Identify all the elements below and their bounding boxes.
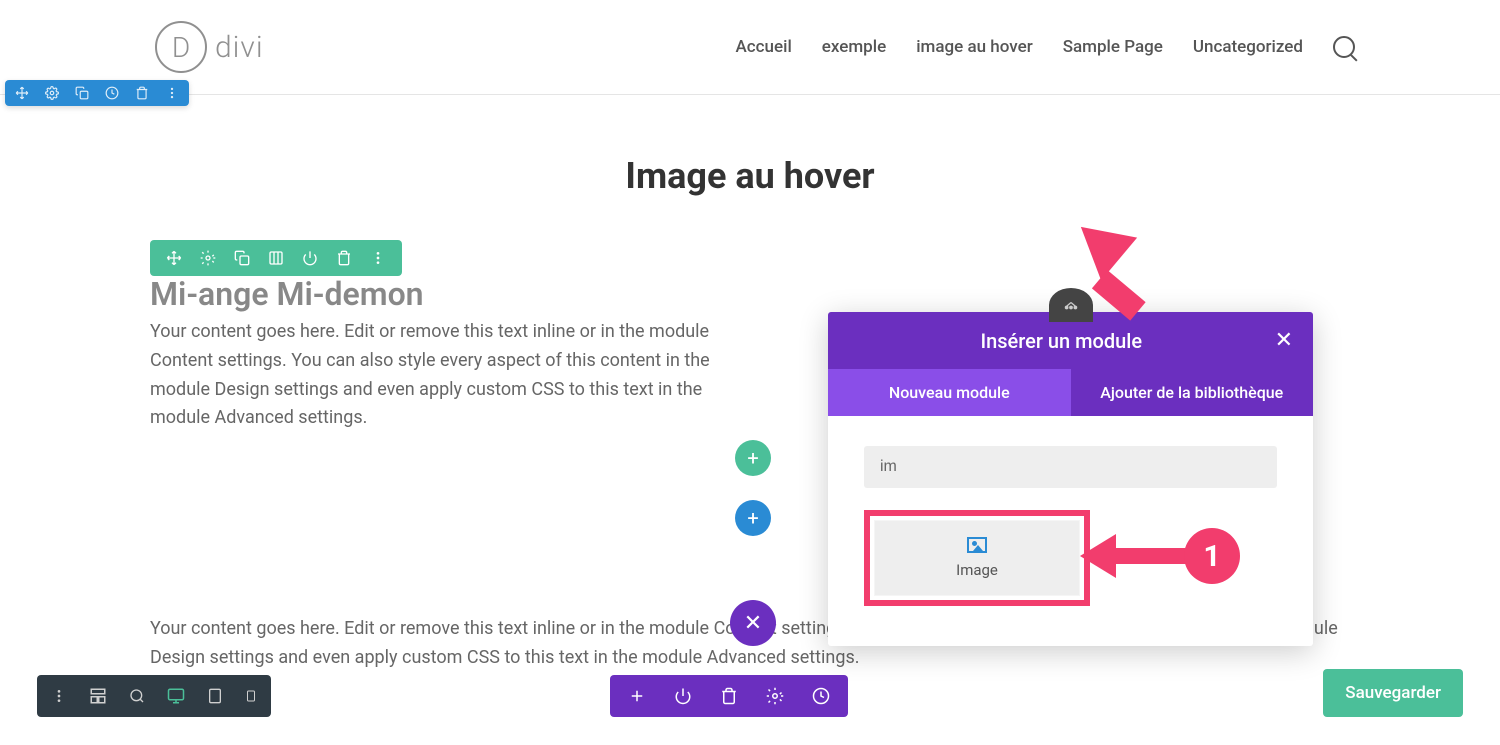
phone-view-icon[interactable] bbox=[245, 687, 257, 705]
tab-library[interactable]: Ajouter de la bibliothèque bbox=[1071, 369, 1314, 416]
trash-icon[interactable] bbox=[135, 86, 149, 100]
view-toolbar-dark bbox=[37, 675, 271, 717]
nav-uncategorized[interactable]: Uncategorized bbox=[1193, 37, 1303, 57]
tablet-view-icon[interactable] bbox=[207, 687, 223, 705]
modal-tabs: Nouveau module Ajouter de la bibliothèqu… bbox=[828, 369, 1313, 416]
gear-icon[interactable] bbox=[766, 687, 784, 705]
builder-toolbar-purple bbox=[610, 675, 848, 717]
nav-sample-page[interactable]: Sample Page bbox=[1063, 37, 1163, 57]
annotation-arrow-step1: 1 bbox=[1080, 528, 1240, 584]
modal-close-icon[interactable]: ✕ bbox=[1275, 328, 1293, 353]
module-image-card[interactable]: Image bbox=[874, 520, 1080, 596]
add-icon[interactable] bbox=[628, 687, 646, 705]
annotation-highlight-box: Image bbox=[864, 510, 1090, 606]
page-title: Image au hover bbox=[0, 155, 1500, 197]
annotation-step-number: 1 bbox=[1184, 528, 1240, 584]
modal-notch-icon[interactable] bbox=[1049, 288, 1093, 322]
close-builder-button[interactable]: ✕ bbox=[730, 600, 776, 646]
wireframe-icon[interactable] bbox=[89, 687, 107, 705]
row-toolbar-green bbox=[150, 240, 402, 276]
columns-icon[interactable] bbox=[268, 250, 284, 266]
move-icon[interactable] bbox=[15, 86, 29, 100]
tab-new-module[interactable]: Nouveau module bbox=[828, 369, 1071, 416]
search-icon[interactable] bbox=[1333, 36, 1355, 58]
power-icon[interactable] bbox=[674, 687, 692, 705]
site-logo[interactable]: D divi bbox=[155, 21, 264, 73]
more-icon[interactable] bbox=[51, 688, 67, 704]
modal-title: Insérer un module bbox=[848, 329, 1275, 353]
duplicate-icon[interactable] bbox=[234, 250, 250, 266]
body-text-1[interactable]: Your content goes here. Edit or remove t… bbox=[150, 318, 720, 433]
gear-icon[interactable] bbox=[45, 86, 59, 100]
move-icon[interactable] bbox=[166, 250, 182, 266]
primary-nav: Accueil exemple image au hover Sample Pa… bbox=[736, 36, 1355, 58]
trash-icon[interactable] bbox=[720, 687, 738, 705]
modal-body: Image bbox=[828, 416, 1313, 646]
zoom-icon[interactable] bbox=[129, 688, 145, 704]
logo-mark-icon: D bbox=[155, 21, 207, 73]
history-icon[interactable] bbox=[812, 687, 830, 705]
save-button[interactable]: Sauvegarder bbox=[1323, 669, 1463, 717]
add-row-button[interactable]: + bbox=[735, 440, 771, 476]
nav-accueil[interactable]: Accueil bbox=[736, 37, 792, 57]
nav-image-hover[interactable]: image au hover bbox=[916, 37, 1033, 57]
add-section-button[interactable]: + bbox=[735, 500, 771, 536]
trash-icon[interactable] bbox=[336, 250, 352, 266]
power-icon[interactable] bbox=[302, 250, 318, 266]
logo-text: divi bbox=[215, 30, 264, 65]
more-icon[interactable] bbox=[370, 250, 386, 266]
insert-module-modal: Insérer un module ✕ Nouveau module Ajout… bbox=[828, 312, 1313, 646]
save-icon[interactable] bbox=[105, 86, 119, 100]
gear-icon[interactable] bbox=[200, 250, 216, 266]
duplicate-icon[interactable] bbox=[75, 86, 89, 100]
section-toolbar-blue bbox=[5, 80, 189, 106]
site-header: D divi Accueil exemple image au hover Sa… bbox=[0, 0, 1500, 95]
section-heading[interactable]: Mi-ange Mi-demon bbox=[150, 275, 424, 313]
nav-exemple[interactable]: exemple bbox=[822, 37, 886, 57]
module-search-input[interactable] bbox=[864, 446, 1277, 488]
more-icon[interactable] bbox=[165, 86, 179, 100]
desktop-view-icon[interactable] bbox=[167, 687, 185, 705]
image-icon bbox=[967, 537, 987, 553]
module-image-label: Image bbox=[875, 561, 1079, 579]
annotation-arrow-top bbox=[1063, 205, 1137, 280]
